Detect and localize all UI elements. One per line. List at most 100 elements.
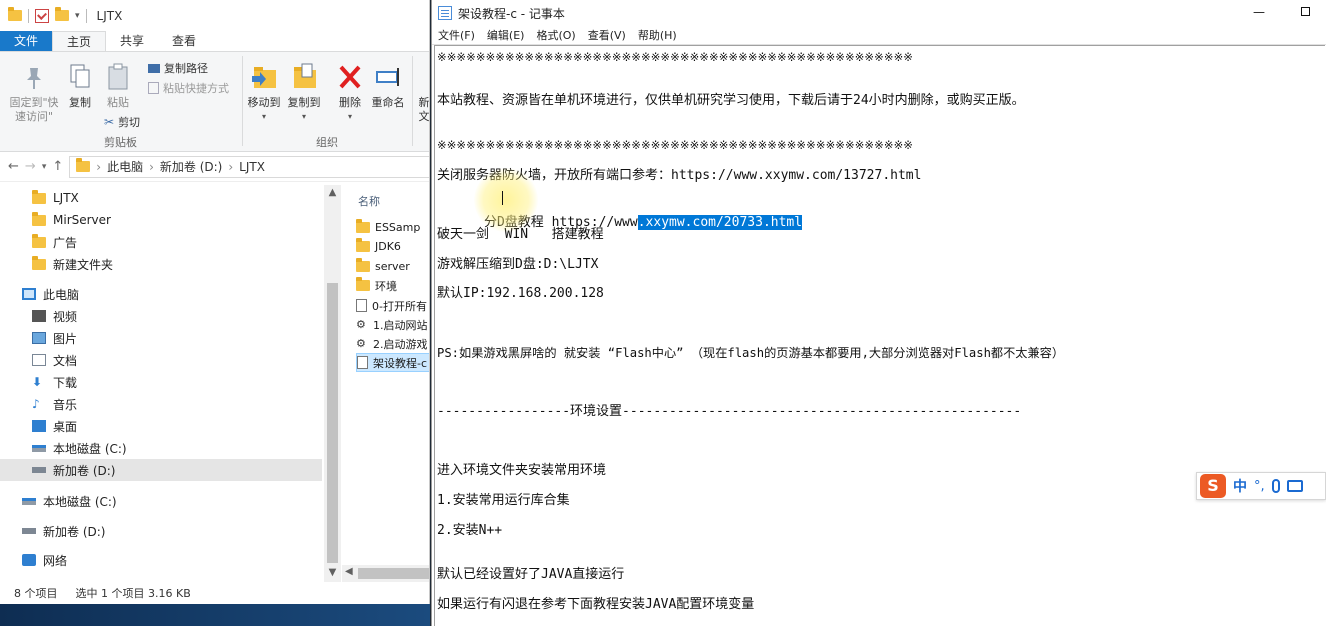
- menu-file[interactable]: 文件(F): [438, 27, 475, 43]
- notepad-title: 架设教程-c - 记事本: [458, 6, 565, 21]
- new-button[interactable]: 新 文: [416, 62, 430, 124]
- nav-item-videos[interactable]: 视频: [0, 305, 322, 327]
- new-icon: [416, 62, 429, 92]
- text-file-icon: [357, 356, 368, 369]
- nav-item-network[interactable]: 网络: [0, 549, 322, 571]
- copy-to-icon: [290, 62, 318, 92]
- tab-view[interactable]: 查看: [158, 31, 210, 51]
- nav-item-downloads[interactable]: ⬇ 下载: [0, 371, 322, 393]
- window-title: LJTX: [96, 8, 123, 23]
- file-item-tutorial[interactable]: 架设教程-c: [356, 353, 429, 372]
- text-line: 默认已经设置好了JAVA直接运行: [437, 567, 625, 582]
- file-list-pane: 名称 ESSamp JDK6 server 环境 0-打开所有 ⚙ 1.启动网站 …: [342, 185, 429, 580]
- paste-label: 粘贴: [107, 96, 129, 109]
- nav-item-drive-c-2[interactable]: 本地磁盘 (C:): [0, 490, 322, 512]
- copy-button[interactable]: 复制: [64, 62, 96, 110]
- chevron-down-icon: ▾: [261, 112, 266, 121]
- breadcrumb-drive-d[interactable]: 新加卷 (D:): [160, 158, 222, 175]
- rename-button[interactable]: 重命名: [370, 62, 406, 110]
- scroll-up-icon[interactable]: ▲: [324, 187, 341, 198]
- nav-item-ljtx[interactable]: LJTX: [0, 187, 322, 209]
- scissors-icon: ✂: [104, 115, 115, 129]
- copy-path-button[interactable]: 复制路径: [148, 60, 208, 76]
- column-header-name[interactable]: 名称: [358, 193, 380, 209]
- text-line: 关闭服务器防火墙，开放所有端口参考：https://www.xxymw.com/…: [437, 168, 922, 183]
- paste-shortcut-label: 粘贴快捷方式: [163, 82, 229, 95]
- ribbon-tabs: 文件 主页 共享 查看: [0, 31, 429, 52]
- menu-edit[interactable]: 编辑(E): [487, 27, 525, 43]
- chevron-right-icon: ›: [96, 159, 102, 174]
- scroll-thumb[interactable]: [327, 283, 338, 563]
- nav-item-label: 本地磁盘 (C:): [53, 441, 127, 456]
- drive-icon: [32, 444, 46, 452]
- nav-item-music[interactable]: ♪ 音乐: [0, 393, 322, 415]
- tab-share[interactable]: 共享: [106, 31, 158, 51]
- nav-item-label: 本地磁盘 (C:): [43, 494, 117, 509]
- file-item-start-game[interactable]: ⚙ 2.启动游戏: [356, 334, 429, 353]
- scroll-thumb[interactable]: [358, 568, 429, 579]
- nav-item-drive-c[interactable]: 本地磁盘 (C:): [0, 437, 322, 459]
- nav-item-ads[interactable]: 广告: [0, 231, 322, 253]
- folder-icon: [356, 238, 370, 252]
- chevron-down-icon: ▾: [301, 112, 306, 121]
- address-bar[interactable]: › 此电脑 › 新加卷 (D:) › LJTX: [69, 155, 429, 178]
- move-to-button[interactable]: 移动到 ▾: [246, 62, 282, 124]
- nav-item-this-pc[interactable]: 此电脑: [0, 283, 322, 305]
- paste-button[interactable]: 粘贴: [102, 62, 134, 110]
- nav-item-pictures[interactable]: 图片: [0, 327, 322, 349]
- new-folder-icon[interactable]: [55, 7, 69, 21]
- back-arrow-icon[interactable]: ←: [8, 159, 19, 174]
- navigation-pane: LJTX MirServer 广告 新建文件夹 此电脑 视频 图片 文档 ⬇ 下载…: [0, 185, 340, 580]
- menu-view[interactable]: 查看(V): [588, 27, 626, 43]
- clipboard-group-label: 剪贴板: [104, 136, 137, 149]
- pin-quick-access-button[interactable]: 固定到"快 速访问": [6, 62, 62, 124]
- notepad-text-area[interactable]: ※※※※※※※※※※※※※※※※※※※※※※※※※※※※※※※※※※※※※※※※…: [434, 45, 1325, 626]
- text-line: ※※※※※※※※※※※※※※※※※※※※※※※※※※※※※※※※※※※※※※※※…: [437, 138, 914, 152]
- copy-to-button[interactable]: 复制到 ▾: [286, 62, 322, 124]
- up-arrow-icon[interactable]: ↑: [52, 159, 63, 174]
- nav-item-desktop[interactable]: 桌面: [0, 415, 322, 437]
- scroll-down-icon[interactable]: ▼: [324, 567, 341, 578]
- file-item-env[interactable]: 环境: [356, 276, 429, 295]
- microphone-icon[interactable]: [1271, 479, 1280, 493]
- ime-mode-toggle[interactable]: 中: [1233, 476, 1247, 496]
- recent-locations-icon[interactable]: ▾: [42, 162, 47, 172]
- menu-format[interactable]: 格式(O): [536, 27, 575, 43]
- menu-help[interactable]: 帮助(H): [638, 27, 677, 43]
- delete-button[interactable]: 删除 ▾: [334, 62, 366, 124]
- customize-toolbar-icon[interactable]: ▾: [75, 11, 80, 21]
- keyboard-icon[interactable]: [1286, 480, 1303, 492]
- nav-item-drive-d-2[interactable]: 新加卷 (D:): [0, 520, 322, 542]
- breadcrumb-this-pc[interactable]: 此电脑: [107, 158, 143, 175]
- tab-home[interactable]: 主页: [52, 31, 107, 51]
- nav-item-documents[interactable]: 文档: [0, 349, 322, 371]
- ime-punctuation-toggle[interactable]: °,: [1254, 479, 1265, 494]
- drive-icon: [32, 467, 46, 473]
- maximize-icon[interactable]: [1296, 3, 1314, 21]
- shortcut-icon: ⚙: [356, 318, 366, 331]
- sogou-logo-icon[interactable]: S: [1200, 474, 1226, 498]
- file-item-start-site[interactable]: ⚙ 1.启动网站: [356, 315, 429, 334]
- minimize-icon[interactable]: —: [1250, 3, 1268, 21]
- file-list-scrollbar[interactable]: ◀: [342, 565, 429, 582]
- drive-icon: [22, 497, 36, 505]
- nav-item-mirserver[interactable]: MirServer: [0, 209, 322, 231]
- desktop-icon: [32, 420, 46, 432]
- file-item-open-all[interactable]: 0-打开所有: [356, 296, 429, 315]
- tab-file[interactable]: 文件: [0, 31, 53, 51]
- file-item-jdk6[interactable]: JDK6: [356, 237, 429, 256]
- file-item-essamp[interactable]: ESSamp: [356, 218, 429, 237]
- forward-arrow-icon[interactable]: →: [25, 159, 36, 174]
- folder-icon: [356, 258, 370, 272]
- scroll-left-icon[interactable]: ◀: [345, 566, 353, 577]
- ime-toolbar[interactable]: S 中 °,: [1196, 472, 1326, 500]
- paste-shortcut-button[interactable]: 粘贴快捷方式: [148, 80, 229, 96]
- file-item-server[interactable]: server: [356, 257, 429, 276]
- nav-scrollbar[interactable]: ▲ ▼: [324, 185, 341, 583]
- divider: [28, 8, 29, 23]
- breadcrumb-ljtx[interactable]: LJTX: [239, 160, 265, 174]
- nav-item-new-folder[interactable]: 新建文件夹: [0, 253, 322, 275]
- properties-icon[interactable]: [35, 8, 49, 23]
- nav-item-drive-d[interactable]: 新加卷 (D:): [0, 459, 322, 481]
- cut-button[interactable]: ✂ 剪切: [104, 114, 140, 130]
